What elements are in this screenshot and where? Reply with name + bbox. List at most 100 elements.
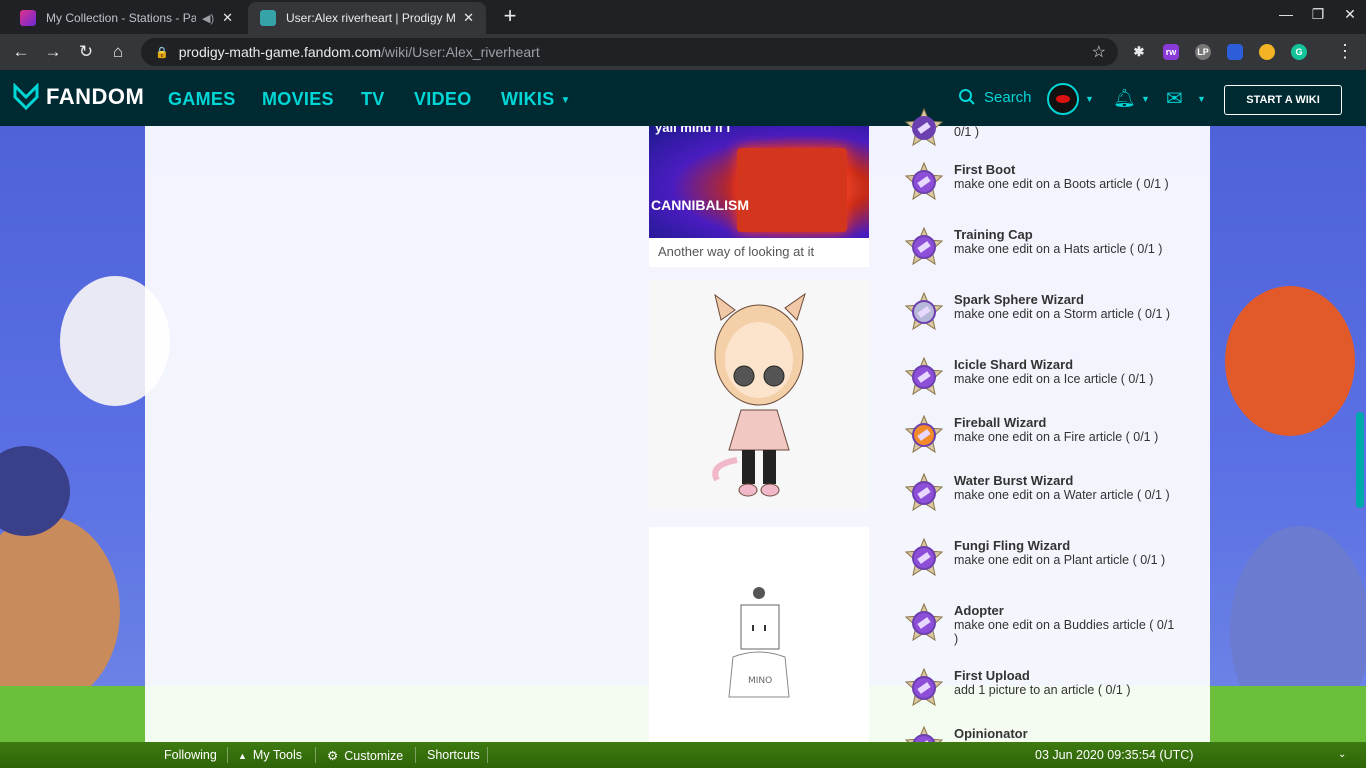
chevron-down-icon[interactable]: ▼ <box>1141 94 1150 104</box>
character-art-right-top <box>1225 286 1355 436</box>
extension-on-icon[interactable] <box>1259 44 1275 60</box>
fandom-favicon-icon <box>260 10 276 26</box>
extension-lp-icon[interactable]: LP <box>1195 44 1211 60</box>
buddy-badge-icon[interactable] <box>904 603 944 643</box>
my-tools-label: My Tools <box>252 748 303 762</box>
badge-description: make one edit on a Boots article ( 0/1 ) <box>954 177 1169 191</box>
extension-puzzle-icon[interactable]: ✱ <box>1131 44 1147 60</box>
close-window-icon[interactable]: ✕ <box>1335 6 1365 23</box>
divider <box>315 747 316 763</box>
plant-badge-icon[interactable] <box>904 538 944 578</box>
badge-description: add 1 picture to an article ( 0/1 ) <box>954 683 1131 697</box>
gallery-image-cannibalism[interactable]: yall mind if I CANNIBALISM <box>649 126 869 238</box>
fandom-global-nav: FANDOM GAMES MOVIES TV VIDEO WIKIS ▼ Sear… <box>0 70 1366 126</box>
extension-book-icon[interactable] <box>1227 44 1243 60</box>
badge-description: make one edit on a Ice article ( 0/1 ) <box>954 372 1154 386</box>
my-tools-menu[interactable]: ▲ My Tools <box>238 748 302 762</box>
start-a-wiki-button[interactable]: START A WIKI <box>1224 85 1342 115</box>
hat-badge-icon[interactable] <box>904 227 944 267</box>
url-host: prodigy-math-game.fandom.com <box>178 44 382 60</box>
badge-name[interactable]: Spark Sphere Wizard <box>954 292 1084 307</box>
home-icon[interactable]: ⌂ <box>106 40 130 64</box>
gallery-image-character[interactable] <box>649 280 869 510</box>
badge-name[interactable]: Water Burst Wizard <box>954 473 1073 488</box>
badge-description: make one edit on a Hats article ( 0/1 ) <box>954 242 1163 256</box>
browser-tabstrip: My Collection - Stations - Pa ◀) ✕ User:… <box>0 0 1366 34</box>
bookmark-star-icon[interactable]: ☆ <box>1092 42 1106 62</box>
badge-name[interactable]: Opinionator <box>954 726 1028 741</box>
chevron-down-icon[interactable]: ▼ <box>1197 94 1206 104</box>
fire-badge-icon[interactable] <box>904 415 944 455</box>
boot-badge-icon[interactable] <box>904 162 944 202</box>
shortcuts-link[interactable]: Shortcuts <box>427 748 480 762</box>
forward-icon[interactable]: → <box>41 40 65 64</box>
speaker-mute-icon[interactable]: ◀) <box>202 12 214 25</box>
badge-name[interactable]: Training Cap <box>954 227 1033 242</box>
chevron-down-icon: ▼ <box>560 94 571 106</box>
character-art-left-bottom <box>0 516 120 706</box>
divider <box>227 747 228 763</box>
wiki-bottom-toolbar: Following ▲ My Tools ⚙ Customize Shortcuts… <box>0 742 1366 768</box>
customize-label: Customize <box>344 749 404 763</box>
chevron-down-icon[interactable]: ▼ <box>1085 94 1094 104</box>
badge-description: make one edit on a Plant article ( 0/1 ) <box>954 553 1166 567</box>
back-icon[interactable]: ← <box>9 40 33 64</box>
generic-badge-icon[interactable] <box>904 108 944 148</box>
badge-name[interactable]: First Upload <box>954 668 1030 683</box>
badge-name[interactable]: First Boot <box>954 162 1015 177</box>
image-top-text: yall mind if I <box>655 126 731 135</box>
nav-tv[interactable]: TV <box>361 89 385 110</box>
reload-icon[interactable]: ↻ <box>74 40 98 64</box>
close-tab-icon[interactable]: ✕ <box>222 10 233 26</box>
fandom-logo[interactable]: FANDOM <box>12 83 144 111</box>
messages-envelope-icon[interactable]: ✉ <box>1166 86 1183 111</box>
badge-description: 0/1 ) <box>954 125 980 139</box>
gallery-image-sketch[interactable]: MINO <box>649 527 869 742</box>
customize-button[interactable]: ⚙ Customize <box>327 748 403 763</box>
nav-wikis[interactable]: WIKIS ▼ <box>501 89 571 110</box>
minimize-window-icon[interactable]: — <box>1271 6 1301 22</box>
prodigy-favicon-icon <box>20 10 36 26</box>
sketch-drawing: MINO <box>728 587 790 698</box>
timestamp: 03 Jun 2020 09:35:54 (UTC) <box>1035 748 1194 762</box>
fandom-logo-text: FANDOM <box>46 84 145 109</box>
nav-movies[interactable]: MOVIES <box>262 89 334 110</box>
shirt-text: MINO <box>748 676 772 686</box>
badge-name[interactable]: Adopter <box>954 603 1004 618</box>
search-button[interactable]: Search <box>958 88 1032 106</box>
image-overlay-text: CANNIBALISM <box>651 197 749 213</box>
browser-tab-collection[interactable]: My Collection - Stations - Pa ◀) ✕ <box>8 2 248 34</box>
grammarly-icon[interactable]: G <box>1291 44 1307 60</box>
notifications-bell-icon[interactable]: 🔔︎ <box>1113 88 1136 109</box>
close-tab-icon[interactable]: ✕ <box>463 10 474 26</box>
address-bar[interactable]: 🔒 prodigy-math-game.fandom.com/wiki/User… <box>141 38 1118 66</box>
browser-tab-user-page[interactable]: User:Alex riverheart | Prodigy Ma ✕ <box>248 2 486 34</box>
divider <box>415 747 416 763</box>
user-avatar[interactable] <box>1047 83 1079 115</box>
following-link[interactable]: Following <box>164 748 217 762</box>
badge-description: make one edit on a Buddies article ( 0/1… <box>954 618 1175 646</box>
gallery-caption: Another way of looking at it <box>649 238 869 267</box>
tab-title: User:Alex riverheart | Prodigy Ma <box>286 11 456 25</box>
badge-name[interactable]: Icicle Shard Wizard <box>954 357 1073 372</box>
chevron-up-icon: ▲ <box>238 751 247 761</box>
image-block <box>737 148 847 232</box>
browser-menu-icon[interactable]: ⋮ <box>1336 41 1354 62</box>
extension-rw-icon[interactable]: rw <box>1163 44 1179 60</box>
ice-badge-icon[interactable] <box>904 357 944 397</box>
chevron-down-icon[interactable]: ⌄ <box>1338 749 1346 760</box>
search-label: Search <box>984 88 1032 106</box>
nav-video[interactable]: VIDEO <box>414 89 472 110</box>
water-badge-icon[interactable] <box>904 473 944 513</box>
upload-badge-icon[interactable] <box>904 668 944 708</box>
badge-description: make one edit on a Water article ( 0/1 ) <box>954 488 1170 502</box>
badge-name[interactable]: Fireball Wizard <box>954 415 1046 430</box>
badge-name[interactable]: Fungi Fling Wizard <box>954 538 1070 553</box>
restore-window-icon[interactable]: ❐ <box>1303 6 1333 23</box>
storm-badge-icon[interactable] <box>904 292 944 332</box>
new-tab-button[interactable]: + <box>497 4 523 30</box>
nav-games[interactable]: GAMES <box>168 89 236 110</box>
page-scrollbar[interactable] <box>1356 412 1364 508</box>
nav-wikis-label: WIKIS <box>501 89 555 109</box>
url-path: /wiki/User:Alex_riverheart <box>381 44 540 60</box>
